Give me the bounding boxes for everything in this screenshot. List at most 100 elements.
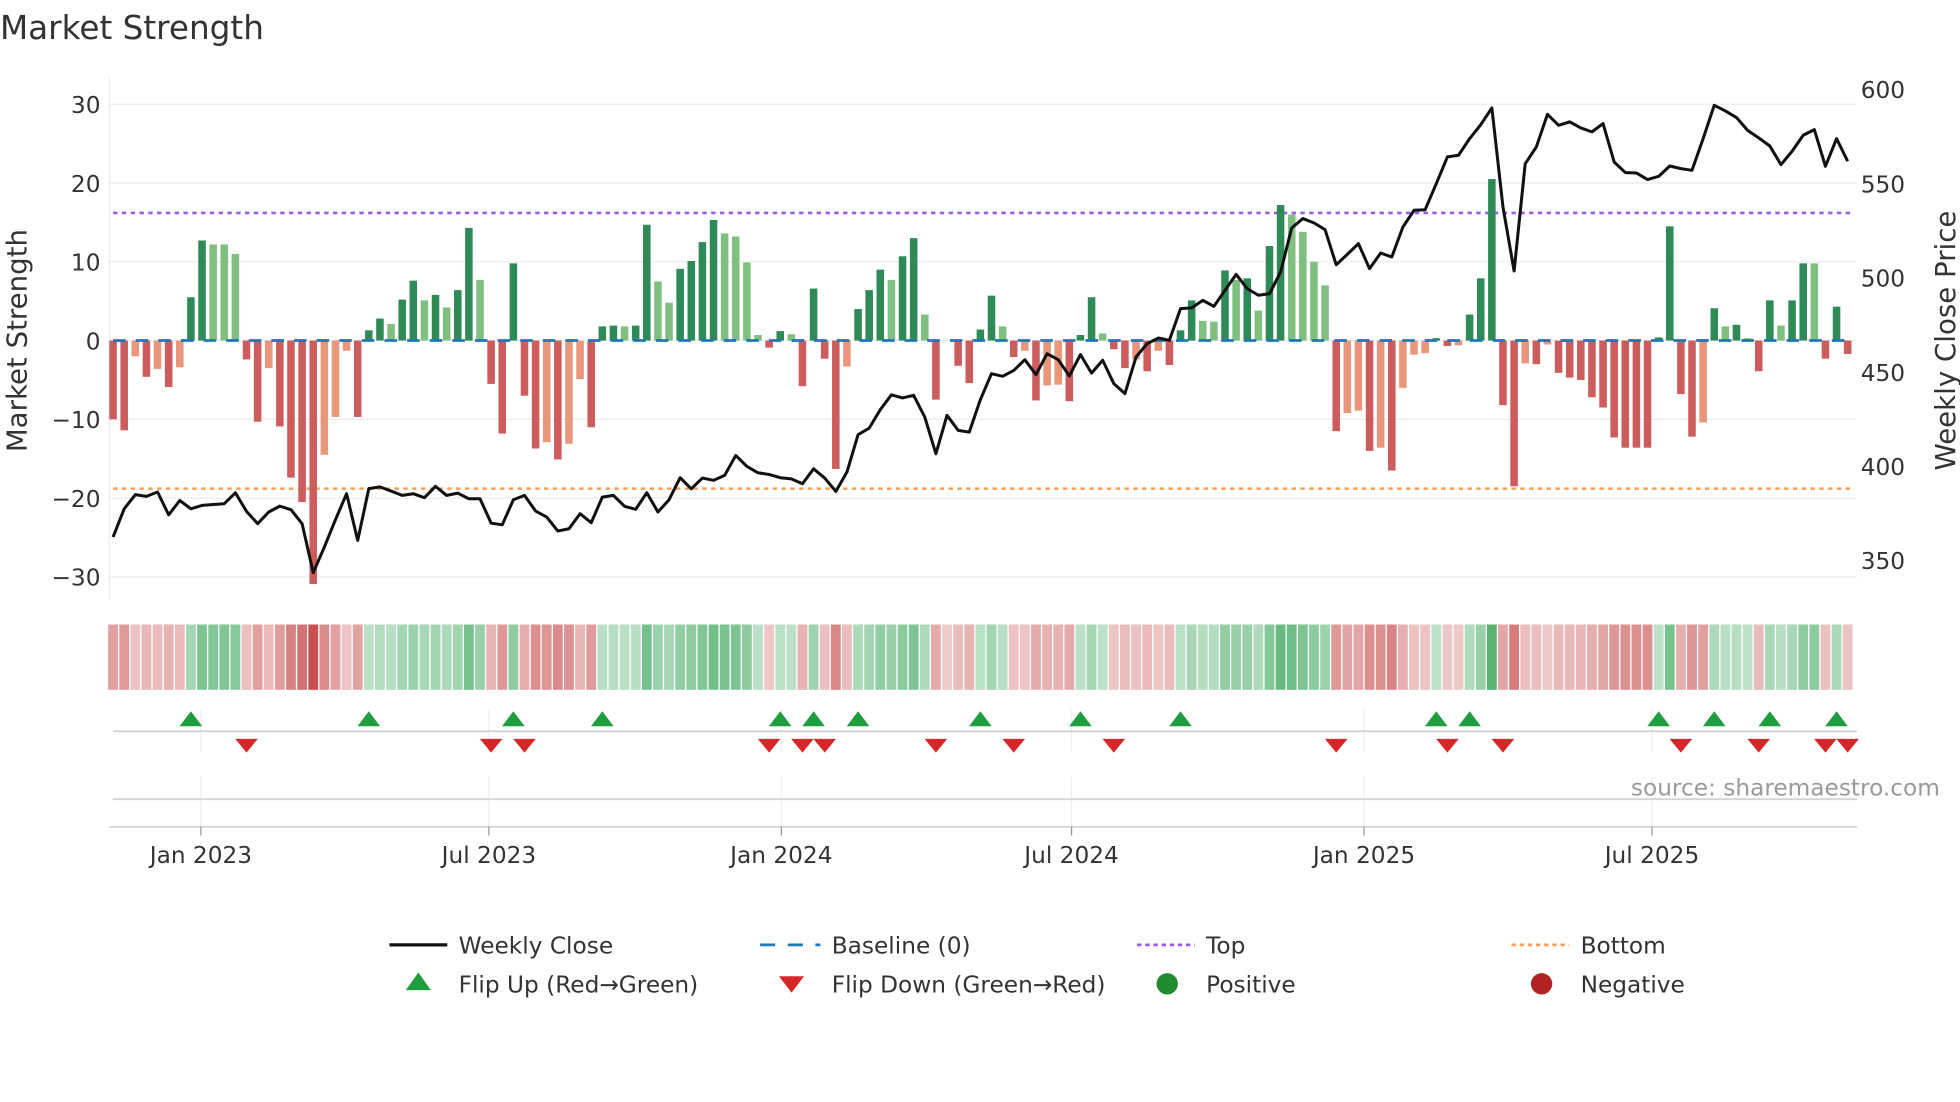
bar-positive	[921, 314, 929, 341]
strip-cell-negative	[352, 624, 363, 690]
bar-negative	[932, 340, 940, 400]
strip-cell-negative	[1675, 624, 1686, 690]
bar-negative	[242, 340, 251, 360]
strip-cell-negative	[797, 624, 808, 690]
flip-up-marker	[357, 711, 381, 727]
bar-negative	[1499, 340, 1507, 406]
bar-negative	[1554, 340, 1563, 373]
strip-cell-positive	[675, 624, 686, 690]
strip-cell-positive	[730, 624, 741, 690]
flip-up-marker	[591, 711, 614, 727]
strip-cell-positive	[1220, 624, 1230, 690]
bar-positive	[409, 280, 418, 341]
flip-up-marker	[179, 711, 203, 727]
strip-cell-positive	[1175, 624, 1186, 690]
strip-cell-negative	[297, 624, 308, 690]
bar-positive	[676, 268, 684, 341]
bar-positive	[620, 326, 629, 341]
strip-cell-positive	[1720, 624, 1731, 690]
bar-positive	[643, 224, 651, 341]
bar-positive	[987, 295, 996, 341]
bar-negative	[520, 340, 529, 396]
strip-cell-negative	[252, 624, 263, 690]
right-tick-label: 350	[1861, 548, 1905, 575]
bar-negative	[1043, 340, 1051, 386]
bar-negative	[109, 340, 117, 420]
strip-cell-negative	[1398, 624, 1408, 690]
bar-negative	[1154, 340, 1163, 351]
bar-negative	[542, 340, 551, 443]
strip-cell-positive	[1831, 624, 1842, 690]
flip-down-marker	[1491, 738, 1515, 753]
strip-cell-negative	[586, 624, 597, 690]
strip-cell-positive	[719, 624, 730, 690]
bar-positive	[198, 240, 206, 341]
strip-cell-positive	[1776, 624, 1786, 690]
strip-cell-negative	[1564, 624, 1575, 690]
bar-positive	[1210, 321, 1218, 341]
strip-cell-negative	[1442, 624, 1453, 690]
y-tick-label: −20	[51, 486, 100, 513]
bar-negative	[309, 340, 317, 584]
bar-negative	[587, 340, 595, 428]
strip-cell-negative	[1008, 624, 1019, 690]
flip-down-marker	[791, 738, 814, 753]
bar-negative	[153, 340, 162, 369]
bar-positive	[1799, 263, 1807, 341]
bar-positive	[431, 294, 440, 341]
bar-positive	[476, 279, 484, 341]
bar-positive	[1810, 263, 1819, 341]
flip-down-marker	[1747, 738, 1771, 753]
bar-negative	[342, 340, 351, 351]
x-tick-label: Jul 2024	[1022, 842, 1119, 869]
bar-positive	[1476, 278, 1485, 341]
legend-label: Negative	[1581, 972, 1685, 999]
strip-cell-positive	[1208, 624, 1219, 690]
strip-cell-positive	[630, 624, 641, 690]
bar-positive	[1721, 326, 1730, 341]
strip-cell-negative	[108, 624, 118, 690]
bar-positive	[1766, 300, 1774, 341]
flip-down-marker	[1669, 738, 1693, 753]
strip-cell-positive	[208, 624, 219, 690]
bar-positive	[776, 331, 784, 341]
bar-negative	[965, 340, 974, 384]
bar-negative	[1688, 340, 1696, 437]
strip-cell-negative	[1342, 624, 1353, 690]
strip-cell-positive	[864, 624, 875, 690]
bar-positive	[720, 233, 729, 341]
strip-cell-positive	[741, 624, 752, 690]
bar-positive	[998, 326, 1007, 341]
strip-cell-positive	[597, 624, 608, 690]
bar-negative	[1399, 340, 1407, 388]
bar-positive	[1221, 270, 1229, 341]
strip-cell-positive	[1231, 624, 1242, 690]
bar-negative	[498, 340, 507, 434]
strip-cell-negative	[130, 624, 141, 690]
strip-cell-positive	[397, 624, 408, 690]
bar-negative	[554, 340, 562, 460]
strip-cell-positive	[1275, 624, 1286, 690]
strip-cell-negative	[1031, 624, 1041, 690]
bar-negative	[1510, 340, 1518, 487]
flip-down-marker	[757, 738, 781, 753]
strip-cell-negative	[1420, 624, 1431, 690]
legend-label: Top	[1205, 933, 1245, 960]
bar-positive	[976, 329, 985, 341]
strip-cell-positive	[1297, 624, 1308, 690]
strip-cell-positive	[1431, 624, 1442, 690]
strip-cell-negative	[119, 624, 130, 690]
right-tick-label: 400	[1861, 454, 1905, 481]
bar-negative	[1121, 340, 1129, 369]
bar-positive	[187, 297, 195, 341]
bar-negative	[1577, 340, 1585, 380]
left-axis-ticks: 30 20 10 0 −10 −20 −30	[51, 92, 100, 592]
bar-negative	[487, 340, 495, 384]
bar-negative	[1165, 340, 1174, 365]
strip-cell-positive	[897, 624, 908, 690]
flip-up-marker	[1758, 711, 1782, 727]
strip-cell-positive	[1798, 624, 1809, 690]
bar-negative	[1643, 340, 1652, 448]
bar-negative	[164, 340, 173, 388]
bar-negative	[331, 340, 340, 417]
